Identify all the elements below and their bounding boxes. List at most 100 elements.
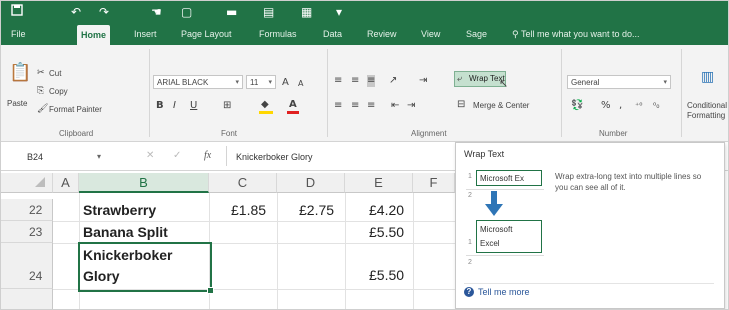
select-all-icon bbox=[35, 177, 45, 187]
column-header-b[interactable]: B bbox=[79, 173, 209, 193]
column-header-e[interactable]: E bbox=[345, 173, 413, 193]
tab-insert[interactable]: Insert bbox=[134, 23, 157, 45]
align-right-icon[interactable]: ≡ bbox=[367, 100, 375, 112]
orientation-icon[interactable]: ↗ bbox=[389, 75, 397, 87]
font-color-icon[interactable]: A bbox=[289, 99, 297, 111]
cut-button[interactable]: Cut bbox=[49, 69, 61, 78]
chevron-down-icon: ▾ bbox=[235, 79, 239, 86]
tab-page-layout[interactable]: Page Layout bbox=[181, 23, 232, 45]
row-header-24[interactable]: 24 bbox=[1, 243, 53, 289]
save-icon[interactable] bbox=[11, 4, 23, 20]
row-header-23[interactable]: 23 bbox=[1, 221, 53, 243]
align-middle-icon[interactable]: ≡ bbox=[351, 75, 359, 87]
cell-e22[interactable]: £4.20 bbox=[369, 202, 404, 218]
example-after-line2: Excel bbox=[480, 239, 500, 248]
fill-color-icon[interactable]: ◆ bbox=[261, 99, 269, 111]
underline-button[interactable]: U bbox=[190, 100, 197, 112]
tab-review[interactable]: Review bbox=[367, 23, 397, 45]
ribbon: 📋 Paste ✂ Cut ⎘ Copy 🖌 Format Painter Cl… bbox=[1, 45, 728, 142]
cell-b23[interactable]: Banana Split bbox=[83, 224, 168, 240]
decrease-indent-icon[interactable]: ⇤ bbox=[391, 100, 399, 112]
font-size-value: 11 bbox=[250, 78, 259, 87]
number-format-dropdown[interactable]: General ▾ bbox=[567, 75, 671, 89]
column-header-c[interactable]: C bbox=[209, 173, 277, 193]
cell-b24-line1: Knickerboker bbox=[83, 247, 173, 263]
formula-input[interactable]: Knickerboker Glory bbox=[236, 149, 313, 165]
column-header-d[interactable]: D bbox=[277, 173, 345, 193]
cell-b22[interactable]: Strawberry bbox=[83, 202, 156, 218]
merge-center-button[interactable]: Merge & Center bbox=[473, 101, 529, 110]
grid-icon[interactable]: ▦ bbox=[301, 4, 312, 20]
decrease-font-icon[interactable]: A bbox=[298, 78, 303, 90]
touch-mode-icon[interactable]: ☚ bbox=[151, 4, 162, 20]
column-header-f[interactable]: F bbox=[413, 173, 455, 193]
comma-style-icon[interactable]: , bbox=[619, 100, 622, 112]
selected-cell-b24[interactable]: Knickerboker Glory bbox=[78, 242, 214, 294]
print-icon[interactable]: ▬ bbox=[226, 4, 237, 20]
copy-button[interactable]: Copy bbox=[49, 87, 68, 96]
font-name-dropdown[interactable]: ARIAL BLACK ▾ bbox=[153, 75, 243, 89]
select-all-corner[interactable] bbox=[1, 173, 53, 193]
customize-qat-icon[interactable]: ▾ bbox=[336, 4, 342, 20]
cell-c22[interactable]: £1.85 bbox=[231, 202, 266, 218]
row-header-22[interactable]: 22 bbox=[1, 199, 53, 221]
row-header-25[interactable] bbox=[1, 289, 53, 309]
fill-handle[interactable] bbox=[207, 287, 214, 294]
undo-icon[interactable]: ↶ bbox=[71, 4, 81, 20]
example-row-number: 1 bbox=[468, 239, 472, 246]
tab-formulas[interactable]: Formulas bbox=[259, 23, 297, 45]
merge-center-icon[interactable]: ⊟ bbox=[457, 99, 465, 111]
ribbon-tabs: File Home Insert Page Layout Formulas Da… bbox=[1, 23, 728, 45]
enter-icon[interactable]: ✓ bbox=[173, 150, 181, 161]
name-box[interactable]: B24 ▾ bbox=[27, 149, 113, 165]
insert-function-button[interactable]: fx bbox=[204, 150, 211, 161]
format-painter-icon[interactable]: 🖌 bbox=[37, 103, 48, 115]
help-icon[interactable]: ? bbox=[464, 287, 474, 297]
align-left-icon[interactable]: ≡ bbox=[334, 100, 342, 112]
conditional-formatting-icon[interactable]: ▥ bbox=[701, 70, 714, 84]
cell-b24-line2: Glory bbox=[83, 268, 120, 284]
tell-me-box[interactable]: ⚲ Tell me what you want to do... bbox=[512, 23, 640, 45]
grid-line bbox=[413, 193, 414, 309]
align-center-icon[interactable]: ≡ bbox=[351, 100, 359, 112]
bold-button[interactable]: B bbox=[156, 100, 164, 112]
cut-icon[interactable]: ✂ bbox=[37, 67, 45, 79]
redo-icon[interactable]: ↷ bbox=[99, 4, 109, 20]
wrap-text-example: 1 Microsoft Ex 2 1 Microsoft Excel 2 bbox=[466, 169, 546, 275]
indent-icon[interactable]: ⇥ bbox=[419, 75, 427, 87]
layout-icon[interactable]: ▢ bbox=[181, 4, 192, 20]
conditional-formatting-button[interactable]: Conditional Formatting bbox=[687, 101, 727, 121]
decrease-decimal-icon[interactable]: ⁰₀ bbox=[653, 100, 659, 112]
borders-icon[interactable]: ⊞ bbox=[223, 100, 231, 112]
example-row-number: 2 bbox=[468, 259, 472, 266]
cell-e24[interactable]: £5.50 bbox=[369, 267, 404, 283]
tell-me-more-link[interactable]: Tell me more bbox=[478, 287, 530, 297]
cancel-icon[interactable]: ✕ bbox=[146, 150, 154, 161]
increase-indent-icon[interactable]: ⇥ bbox=[407, 100, 415, 112]
font-size-dropdown[interactable]: 11 ▾ bbox=[246, 75, 276, 89]
example-row: 1 Microsoft Ex bbox=[466, 169, 544, 190]
column-header-a[interactable]: A bbox=[53, 173, 79, 193]
tab-sage[interactable]: Sage bbox=[466, 23, 487, 45]
italic-button[interactable]: I bbox=[173, 100, 176, 112]
align-top-icon[interactable]: ≡ bbox=[334, 75, 342, 87]
format-painter-button[interactable]: Format Painter bbox=[49, 105, 102, 114]
tab-home[interactable]: Home bbox=[77, 25, 111, 45]
fill-color-swatch bbox=[259, 111, 273, 114]
tab-file[interactable]: File bbox=[11, 23, 26, 45]
chevron-down-icon: ▾ bbox=[663, 79, 667, 86]
sheet-icon[interactable]: ▤ bbox=[263, 4, 274, 20]
align-bottom-icon[interactable]: ≡ bbox=[367, 75, 376, 87]
cell-e23[interactable]: £5.50 bbox=[369, 224, 404, 240]
copy-icon[interactable]: ⎘ bbox=[37, 85, 44, 97]
group-separator bbox=[327, 49, 328, 137]
tab-view[interactable]: View bbox=[421, 23, 440, 45]
increase-decimal-icon[interactable]: ⁺⁰ bbox=[635, 100, 642, 112]
paste-icon[interactable]: 📋 bbox=[9, 63, 31, 83]
cell-d22[interactable]: £2.75 bbox=[299, 202, 334, 218]
currency-icon[interactable]: 💱 bbox=[571, 100, 583, 112]
paste-label[interactable]: Paste bbox=[7, 99, 27, 108]
increase-font-icon[interactable]: A bbox=[282, 77, 289, 89]
percent-button[interactable]: % bbox=[601, 100, 611, 112]
tab-data[interactable]: Data bbox=[323, 23, 342, 45]
